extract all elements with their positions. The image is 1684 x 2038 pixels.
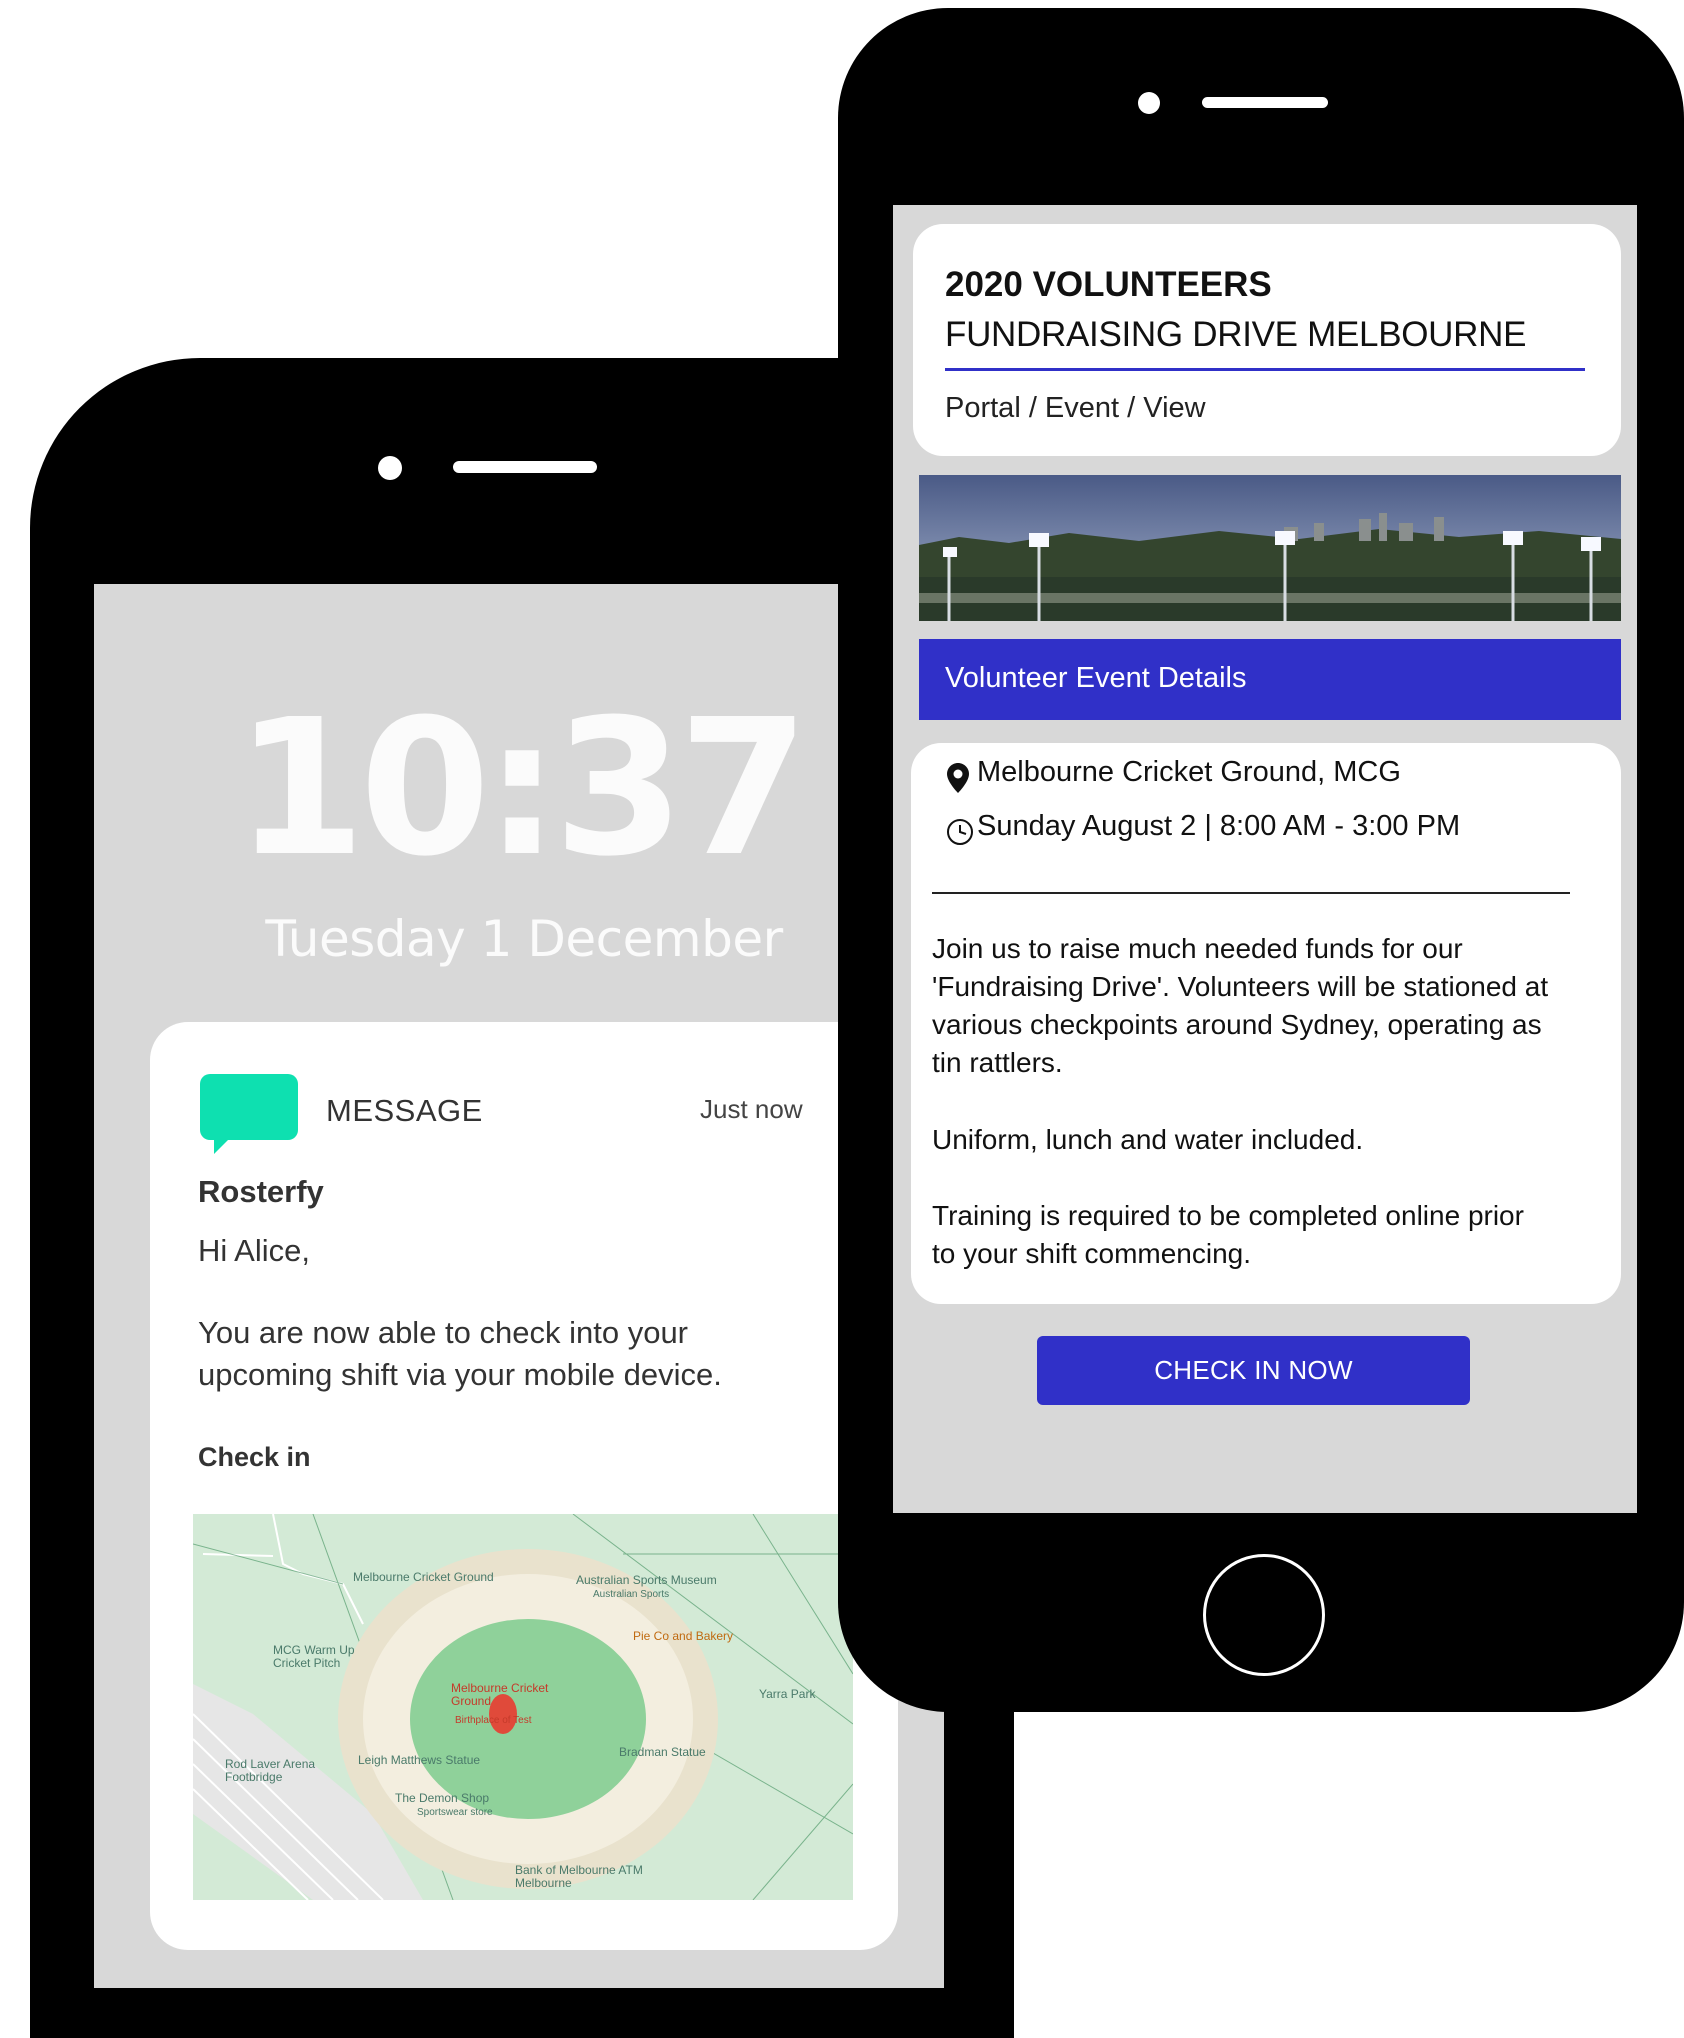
notification-app-label: MESSAGE (326, 1093, 483, 1128)
message-bubble-icon (200, 1074, 298, 1140)
map-label-sports-sub: Australian Sports (593, 1589, 670, 1600)
home-button[interactable] (1203, 1554, 1325, 1676)
location-pin-icon (947, 763, 969, 793)
map-label-warm-up: MCG Warm Up Cricket Pitch (273, 1643, 355, 1670)
map-label-leigh-matthews: Leigh Matthews Statue (358, 1753, 481, 1767)
map-label-demon-shop: The Demon Shop (395, 1791, 490, 1805)
location-map[interactable]: Melbourne Cricket Ground Australian Spor… (193, 1514, 853, 1900)
info-divider (932, 892, 1570, 894)
map-label-mcg-pin: Melbourne Cricket Ground (451, 1681, 549, 1708)
map-label-mcg: Melbourne Cricket Ground (353, 1570, 494, 1584)
clock-icon (947, 819, 973, 845)
event-description-inclusions: Uniform, lunch and water included. (932, 1124, 1364, 1155)
message-bubble-tail (214, 1136, 232, 1154)
header-divider (945, 368, 1585, 371)
map-label-bradman: Bradman Statue (619, 1745, 706, 1759)
event-location: Melbourne Cricket Ground, MCG (977, 756, 1401, 788)
event-description-training: Training is required to be completed onl… (932, 1200, 1524, 1269)
notification-sender: Rosterfy (198, 1174, 324, 1209)
front-camera (378, 456, 402, 480)
map-label-sportswear: Sportswear store (417, 1807, 493, 1818)
map-label-bank: Bank of Melbourne ATM Melbourne (515, 1863, 643, 1890)
event-title: 2020 VOLUNTEERS (945, 265, 1272, 304)
lock-screen-date: Tuesday 1 December (265, 910, 783, 968)
earpiece-speaker (453, 461, 597, 473)
map-label-yarra-park: Yarra Park (759, 1687, 816, 1701)
stadium-banner-image (919, 475, 1621, 621)
earpiece-speaker (1202, 97, 1328, 108)
map-label-sports-museum: Australian Sports Museum (576, 1573, 717, 1587)
event-datetime: Sunday August 2 | 8:00 AM - 3:00 PM (977, 810, 1461, 842)
map-label-birthplace: Birthplace of Test (455, 1715, 532, 1726)
event-subtitle: FUNDRAISING DRIVE MELBOURNE (945, 315, 1527, 354)
front-camera (1138, 92, 1160, 114)
event-description-intro: Join us to raise much needed funds for o… (932, 933, 1549, 1078)
notification-timestamp: Just now (700, 1094, 803, 1124)
check-in-link[interactable]: Check in (198, 1442, 311, 1473)
lock-screen-time: 10:37 (234, 679, 809, 898)
breadcrumb[interactable]: Portal / Event / View (945, 392, 1206, 425)
check-in-now-button[interactable]: CHECK IN NOW (1037, 1336, 1470, 1405)
map-label-rod-laver: Rod Laver Arena Footbridge (225, 1757, 316, 1784)
map-label-pie-co: Pie Co and Bakery (633, 1629, 734, 1643)
notification-greeting: Hi Alice, (198, 1233, 310, 1268)
event-details-heading: Volunteer Event Details (945, 662, 1247, 694)
notification-body: You are now able to check into your upco… (198, 1315, 722, 1392)
